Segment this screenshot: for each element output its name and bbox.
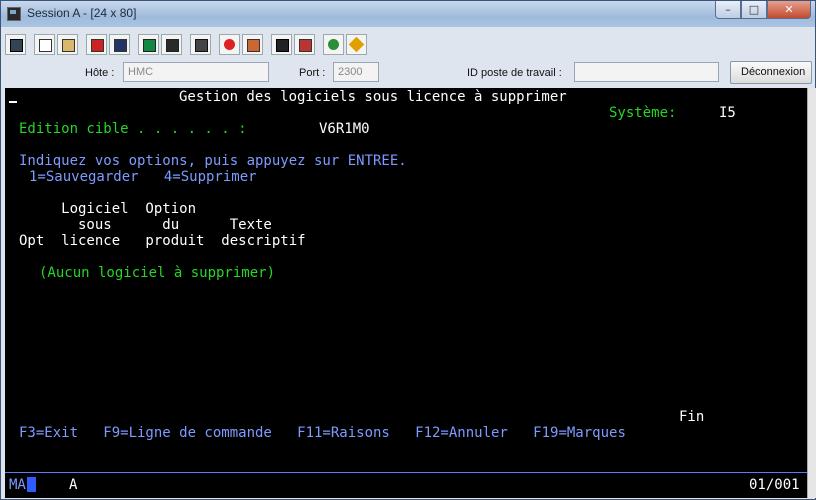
display-icon[interactable] — [138, 33, 159, 55]
cursor-block — [27, 477, 36, 492]
options-text: 1=Sauvegarder 4=Supprimer — [29, 169, 257, 185]
help-icon[interactable] — [346, 33, 367, 55]
terminal-screen[interactable]: Gestion des logiciels sous licence à sup… — [5, 88, 807, 498]
keypad-icon[interactable] — [161, 33, 182, 55]
paste-icon[interactable] — [57, 33, 78, 55]
status-separator — [5, 472, 807, 473]
system-label: Système: — [609, 105, 677, 121]
edition-label: Edition cible . . . . . . : — [19, 121, 247, 137]
title-bar[interactable]: Session A - [24 x 80] – □ ✕ — [1, 1, 815, 27]
connection-bar: Hôte : HMC Port : 2300 ID poste de trava… — [1, 59, 815, 87]
macro-icon[interactable] — [190, 33, 211, 55]
window-title: Session A - [24 x 80] — [27, 6, 137, 20]
workstation-label: ID poste de travail : — [467, 67, 562, 79]
function-keys[interactable]: F3=Exit F9=Ligne de commande F11=Raisons… — [19, 425, 626, 441]
system-value: I5 — [719, 105, 736, 121]
terminal-app-icon — [7, 7, 21, 21]
record-icon[interactable] — [219, 33, 240, 55]
workstation-field[interactable] — [574, 62, 719, 82]
transfer-icon[interactable] — [294, 33, 315, 55]
screen-title: Gestion des logiciels sous licence à sup… — [179, 89, 567, 105]
send-icon[interactable] — [86, 33, 107, 55]
print-screen-icon[interactable] — [5, 33, 26, 55]
stop-icon[interactable] — [271, 33, 292, 55]
disconnect-button[interactable]: Déconnexion — [730, 61, 812, 84]
minimize-button[interactable]: – — [715, 1, 741, 19]
play-icon[interactable] — [242, 33, 263, 55]
toolbar — [5, 32, 369, 56]
copy-icon[interactable] — [34, 33, 55, 55]
fin-indicator: Fin — [679, 409, 705, 425]
receive-icon[interactable] — [109, 33, 130, 55]
maximize-button[interactable]: □ — [741, 1, 767, 19]
status-mode: A — [69, 477, 78, 493]
host-field[interactable]: HMC — [123, 62, 269, 82]
status-indicator: MA — [9, 477, 26, 493]
cursor-underline — [9, 101, 17, 103]
window-controls: – □ ✕ — [715, 1, 811, 20]
column-header-line-1: Logiciel Option — [19, 201, 197, 217]
port-field[interactable]: 2300 — [333, 62, 379, 82]
column-header-line-3: Opt licence produit descriptif — [19, 233, 306, 249]
cursor-position: 01/001 — [749, 477, 800, 493]
close-button[interactable]: ✕ — [767, 1, 811, 19]
vertical-scrollbar[interactable] — [807, 88, 816, 498]
globe-icon[interactable] — [323, 33, 344, 55]
host-label: Hôte : — [85, 67, 115, 79]
port-label: Port : — [299, 67, 326, 79]
edition-value: V6R1M0 — [319, 121, 370, 137]
empty-list-message: (Aucun logiciel à supprimer) — [39, 265, 276, 281]
column-header-line-2: sous du Texte — [19, 217, 272, 233]
emulator-window: Session A - [24 x 80] – □ ✕ Hôte : HMC P… — [0, 0, 816, 500]
instructions-text: Indiquez vos options, puis appuyez sur E… — [19, 153, 407, 169]
